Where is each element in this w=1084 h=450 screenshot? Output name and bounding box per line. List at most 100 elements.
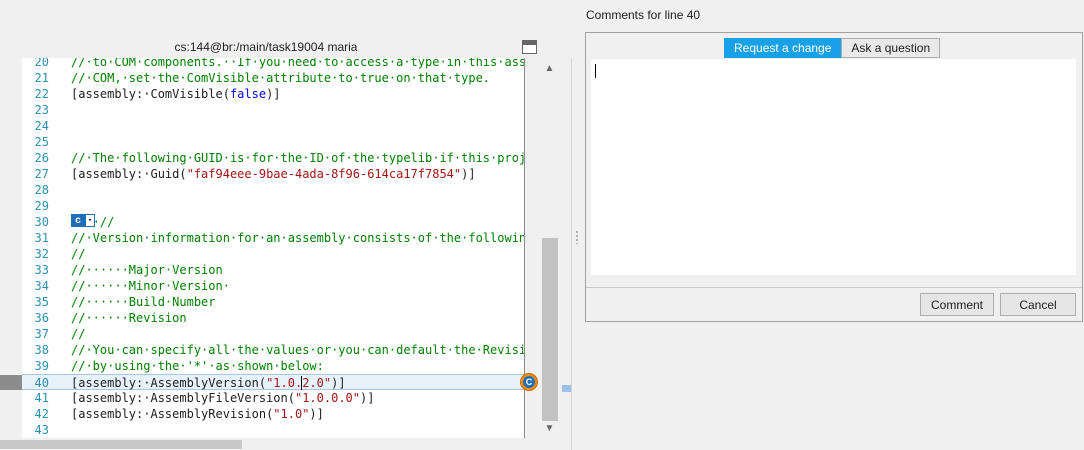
code-line[interactable]: 23 bbox=[22, 102, 524, 118]
line-number: 27 bbox=[34, 167, 49, 181]
code-text: [assembly:·ComVisible(false)] bbox=[71, 86, 281, 102]
scrollbar-thumb[interactable] bbox=[542, 238, 558, 421]
code-line[interactable]: 37 // bbox=[22, 326, 524, 342]
cancel-button[interactable]: Cancel bbox=[1000, 293, 1076, 316]
code-token: "1.0" bbox=[273, 407, 310, 421]
code-line[interactable]: 30····//c▾ bbox=[22, 214, 524, 230]
line-number: 37 bbox=[34, 327, 49, 341]
comment-marker-letter: C bbox=[523, 376, 535, 388]
current-line-marker bbox=[0, 375, 22, 390]
horizontal-scrollbar-thumb[interactable] bbox=[0, 440, 242, 449]
code-token: //······Minor·Version· bbox=[71, 279, 230, 293]
code-token: [assembly:·AssemblyRevision( bbox=[71, 407, 274, 421]
line-number: 34 bbox=[34, 279, 49, 293]
comment-box: Request a change Ask a question Comment C… bbox=[585, 32, 1083, 322]
code-token: )] bbox=[461, 167, 476, 181]
code-line[interactable]: 32 // bbox=[22, 246, 524, 262]
code-token: //······Build·Number bbox=[71, 295, 216, 309]
code-line[interactable]: 31 //·Version·information·for·an·assembly… bbox=[22, 230, 524, 246]
code-token: //·to·COM·components.··If·you·need·to·ac… bbox=[71, 58, 524, 69]
code-editor[interactable]: 20 //·to·COM·components.··If·you·need·to·… bbox=[22, 58, 524, 438]
code-line[interactable]: 39 //·by·using·the·'*'·as·shown·below: bbox=[22, 358, 524, 374]
code-review-badge-icon[interactable]: c bbox=[71, 214, 85, 227]
line-number: 41 bbox=[34, 391, 49, 405]
code-token: //······Major·Version bbox=[71, 263, 223, 277]
line-number: 29 bbox=[34, 199, 49, 213]
line-number: 38 bbox=[34, 343, 49, 357]
tab-ask-question[interactable]: Ask a question bbox=[841, 38, 941, 58]
code-token: //·The·following·GUID·is·for·the·ID·of·t… bbox=[71, 151, 524, 165]
comment-button[interactable]: Comment bbox=[920, 293, 994, 316]
code-pane: cs:144@br:/main/task19004 maria 20 //·to·… bbox=[0, 0, 572, 450]
tab-request-change[interactable]: Request a change bbox=[724, 38, 842, 58]
code-line[interactable]: 42 [assembly:·AssemblyRevision("1.0")] bbox=[22, 406, 524, 422]
comment-type-tabs: Request a change Ask a question bbox=[724, 38, 941, 58]
code-line[interactable]: 41 [assembly:·AssemblyFileVersion("1.0.0.… bbox=[22, 390, 524, 406]
file-title: cs:144@br:/main/task19004 maria bbox=[174, 40, 358, 54]
text-caret bbox=[595, 64, 596, 78]
code-token: "1.0.0.0" bbox=[294, 391, 360, 405]
code-line[interactable]: 34 //······Minor·Version· bbox=[22, 278, 524, 294]
box-divider bbox=[586, 287, 1082, 288]
code-token: // bbox=[71, 247, 86, 261]
code-line[interactable]: 24 bbox=[22, 118, 524, 134]
code-token: "faf94eee-9bae-4ada-8f96-614ca17f7854" bbox=[186, 167, 462, 181]
code-text: //·to·COM·components.··If·you·need·to·ac… bbox=[71, 58, 524, 70]
code-token: )] bbox=[266, 87, 281, 101]
comments-pane: Comments for line 40 Request a change Ask… bbox=[584, 0, 1084, 450]
line-number: 23 bbox=[34, 103, 49, 117]
code-line[interactable]: 29 bbox=[22, 198, 524, 214]
overview-ruler-mark[interactable] bbox=[562, 385, 571, 392]
code-line[interactable]: 25 bbox=[22, 134, 524, 150]
comment-marker-icon[interactable]: C bbox=[520, 373, 538, 391]
line-number: 40 bbox=[34, 376, 49, 390]
code-line[interactable]: 33 //······Major·Version bbox=[22, 262, 524, 278]
file-title-bar: cs:144@br:/main/task19004 maria bbox=[0, 36, 572, 58]
code-text: //·You·can·specify·all·the·values·or·you… bbox=[71, 342, 524, 358]
code-line[interactable]: 28 bbox=[22, 182, 524, 198]
code-line[interactable]: 38 //·You·can·specify·all·the·values·or·y… bbox=[22, 342, 524, 358]
code-text: //······Major·Version bbox=[71, 262, 223, 278]
pane-splitter[interactable] bbox=[572, 0, 584, 450]
splitter-grip-icon[interactable] bbox=[575, 230, 579, 244]
code-text: [assembly:·AssemblyVersion("1.0.2.0")] bbox=[71, 375, 346, 391]
code-token: //·Version·information·for·an·assembly·c… bbox=[71, 231, 524, 245]
code-text: // bbox=[71, 246, 85, 262]
code-token: [assembly:·Guid( bbox=[71, 167, 187, 181]
maximize-pane-icon[interactable] bbox=[522, 40, 537, 54]
app-window: cs:144@br:/main/task19004 maria 20 //·to·… bbox=[0, 0, 1084, 450]
vertical-scrollbar[interactable]: ▲ ▼ bbox=[540, 58, 559, 438]
code-line[interactable]: 27 [assembly:·Guid("faf94eee-9bae-4ada-8f… bbox=[22, 166, 524, 182]
line-number: 36 bbox=[34, 311, 49, 325]
line-number: 22 bbox=[34, 87, 49, 101]
line-number: 42 bbox=[34, 407, 49, 421]
line-number: 30 bbox=[34, 215, 49, 229]
line-number: 26 bbox=[34, 151, 49, 165]
code-token: false bbox=[229, 87, 267, 101]
badge-dropdown-icon[interactable]: ▾ bbox=[85, 214, 95, 227]
code-token: [assembly:·AssemblyFileVersion( bbox=[71, 391, 295, 405]
scroll-down-icon[interactable]: ▼ bbox=[540, 420, 559, 438]
line-number: 21 bbox=[34, 71, 49, 85]
code-line[interactable]: 22 [assembly:·ComVisible(false)] bbox=[22, 86, 524, 102]
comment-input[interactable] bbox=[591, 59, 1076, 275]
line-number: 35 bbox=[34, 295, 49, 309]
code-token: [assembly:·ComVisible( bbox=[71, 87, 230, 101]
code-text: //·by·using·the·'*'·as·shown·below: bbox=[71, 358, 324, 374]
code-line[interactable]: 20 //·to·COM·components.··If·you·need·to·… bbox=[22, 58, 524, 70]
code-token: )] bbox=[331, 376, 346, 390]
code-line[interactable]: 43 bbox=[22, 422, 524, 438]
code-line[interactable]: 36 //······Revision bbox=[22, 310, 524, 326]
code-line[interactable]: 35 //······Build·Number bbox=[22, 294, 524, 310]
code-token: // bbox=[71, 327, 86, 341]
code-line[interactable]: 26 //·The·following·GUID·is·for·the·ID·of… bbox=[22, 150, 524, 166]
line-number: 25 bbox=[34, 135, 49, 149]
code-line[interactable]: 40 [assembly:·AssemblyVersion("1.0.2.0")] bbox=[22, 374, 524, 390]
horizontal-scrollbar[interactable] bbox=[0, 438, 540, 450]
code-text: [assembly:·Guid("faf94eee-9bae-4ada-8f96… bbox=[71, 166, 476, 182]
code-token: )] bbox=[309, 407, 324, 421]
code-text: // bbox=[71, 326, 85, 342]
line-number: 20 bbox=[34, 58, 49, 69]
scroll-up-icon[interactable]: ▲ bbox=[540, 60, 559, 78]
code-line[interactable]: 21 //·COM,·set·the·ComVisible·attribute·t… bbox=[22, 70, 524, 86]
